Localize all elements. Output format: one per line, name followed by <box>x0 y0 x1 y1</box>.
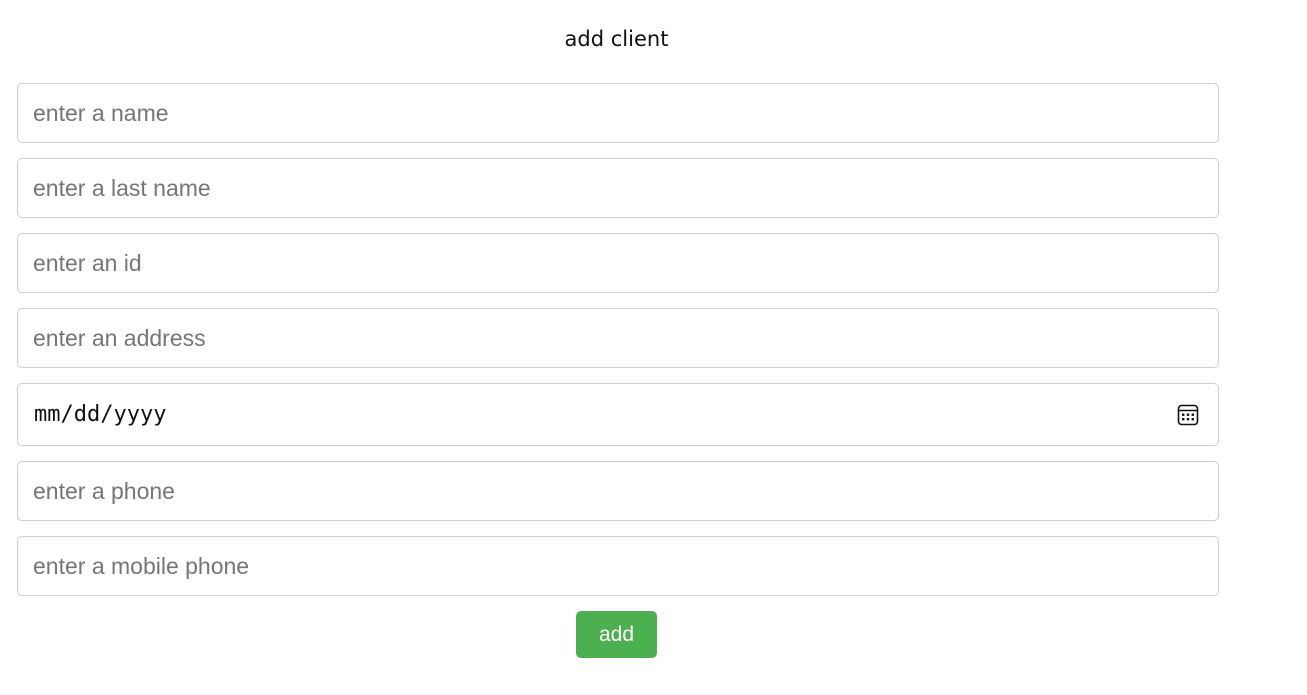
add-client-form: enter a name enter a last name enter an … <box>17 83 1219 611</box>
phone-field[interactable]: enter a phone <box>17 461 1219 521</box>
mobile-phone-field[interactable]: enter a mobile phone <box>17 536 1219 596</box>
name-field-placeholder: enter a name <box>33 99 169 126</box>
name-field[interactable]: enter a name <box>17 83 1219 143</box>
address-field[interactable]: enter an address <box>17 308 1219 368</box>
id-field-placeholder: enter an id <box>33 249 142 276</box>
date-field-placeholder: mm/dd/yyyy <box>34 402 167 427</box>
page-title: add client <box>564 27 669 51</box>
last-name-field-placeholder: enter a last name <box>33 174 211 201</box>
calendar-icon[interactable] <box>1177 404 1199 426</box>
date-field[interactable]: mm/dd/yyyy <box>17 383 1219 446</box>
address-field-placeholder: enter an address <box>33 324 206 351</box>
submit-row: add <box>0 611 1233 658</box>
mobile-phone-field-placeholder: enter a mobile phone <box>33 552 250 579</box>
phone-field-placeholder: enter a phone <box>33 477 175 504</box>
last-name-field[interactable]: enter a last name <box>17 158 1219 218</box>
id-field[interactable]: enter an id <box>17 233 1219 293</box>
add-button[interactable]: add <box>576 611 657 658</box>
